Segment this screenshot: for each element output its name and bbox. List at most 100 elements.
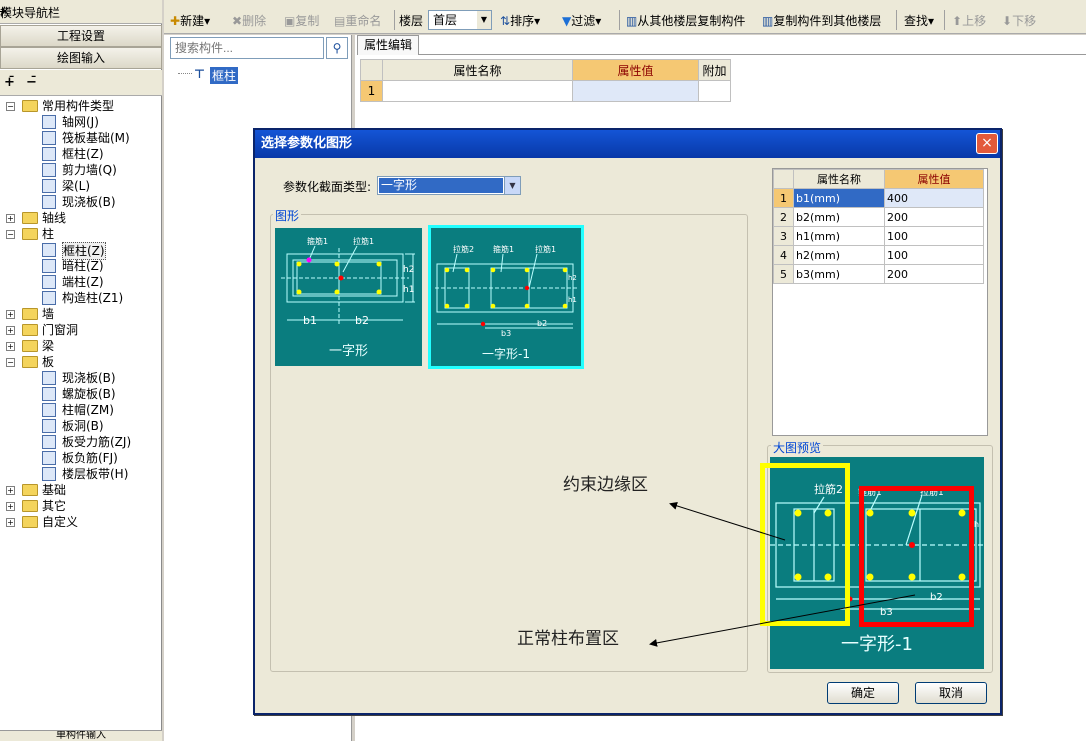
tree-label: 其它 <box>42 499 67 513</box>
sort-button[interactable]: ⇅排序▾ <box>500 12 540 29</box>
nav-title-bar: 模块导航栏 ᚋ × <box>0 0 162 24</box>
tree-item-beam-f[interactable]: + 梁 <box>4 338 160 354</box>
tree-item-shear-wall[interactable]: 剪力墙(Q) <box>4 162 160 178</box>
delete-button[interactable]: ✖删除 <box>232 12 266 29</box>
tree-item-door[interactable]: + 门窗洞 <box>4 322 160 338</box>
toolbar: ✚新建▾ ✖删除 ▣复制 ▤重命名 楼层 首层 ▼ ⇅排序▾ ▼过滤▾ ▥从其他楼… <box>164 8 1086 34</box>
tree-item-slab-cap[interactable]: 柱帽(ZM) <box>4 402 160 418</box>
folder-icon <box>22 228 38 240</box>
tree-label: 墙 <box>42 307 55 321</box>
table-cell[interactable] <box>572 80 699 102</box>
new-icon: ✚ <box>170 14 181 28</box>
tree-item-slab-cast[interactable]: 现浇板(B) <box>4 370 160 386</box>
column-header-name: 属性名称 <box>382 59 573 81</box>
copy-to-floor-button[interactable]: ▥复制构件到其他楼层 <box>762 12 881 29</box>
drawing-input-button[interactable]: 绘图输入 <box>0 47 162 69</box>
expand-all-icon[interactable]: +̄ <box>4 75 15 90</box>
tree-label: 楼层板带(H) <box>62 467 129 481</box>
column-header-value: 属性值 <box>572 59 699 81</box>
tab-property-edit[interactable]: 属性编辑 <box>357 35 419 55</box>
tree-item-slab-band[interactable]: 楼层板带(H) <box>4 466 160 482</box>
expand-icon[interactable]: + <box>6 214 15 223</box>
component-icon <box>42 195 56 209</box>
delete-icon: ✖ <box>232 14 243 28</box>
tree-label: 常用构件类型 <box>42 99 115 113</box>
filter-button[interactable]: ▼过滤▾ <box>562 12 601 29</box>
tree-label: 板洞(B) <box>62 419 104 433</box>
tree-item-other[interactable]: + 其它 <box>4 498 160 514</box>
tree-item-cast-slab[interactable]: 现浇板(B) <box>4 194 160 210</box>
tree-item-frame-col[interactable]: 框柱(Z) <box>4 146 160 162</box>
component-icon <box>42 419 56 433</box>
expand-icon[interactable]: + <box>6 486 15 495</box>
floor-select[interactable]: 首层 ▼ <box>428 10 492 30</box>
tree-item-axis[interactable]: + 轴线 <box>4 210 160 226</box>
search-icon[interactable]: ⚲ <box>326 37 348 59</box>
close-icon[interactable]: × <box>0 4 10 18</box>
nav-toolbar: +̄ −̄ <box>0 70 162 96</box>
tree-item-col-frame[interactable]: 框柱(Z) <box>4 242 160 260</box>
tree-item-found[interactable]: + 基础 <box>4 482 160 498</box>
move-down-button[interactable]: ⬇下移 <box>1002 12 1036 29</box>
ok-button[interactable]: 确定 <box>827 682 899 704</box>
expand-icon[interactable]: + <box>6 342 15 351</box>
module-nav-panel: 模块导航栏 ᚋ × 工程设置 绘图输入 +̄ −̄ − 常用构件类型 轴网(J) 筏板… <box>0 0 162 741</box>
tree-label: 梁 <box>42 339 55 353</box>
copy-button[interactable]: ▣复制 <box>284 12 319 29</box>
tree-item-column[interactable]: − 柱 <box>4 226 160 242</box>
collapse-icon[interactable]: − <box>6 102 15 111</box>
component-icon <box>42 163 56 177</box>
chevron-down-icon[interactable]: ▼ <box>477 11 491 29</box>
column-icon: ⊤ <box>194 67 205 81</box>
tree-item-col-hidden[interactable]: 暗柱(Z) <box>4 258 160 274</box>
cancel-button[interactable]: 取消 <box>915 682 987 704</box>
component-icon <box>42 115 56 129</box>
collapse-icon[interactable]: − <box>6 230 15 239</box>
folder-icon <box>22 340 38 352</box>
tree-item-slab-force[interactable]: 板受力筋(ZJ) <box>4 434 160 450</box>
collapse-all-icon[interactable]: −̄ <box>26 75 37 90</box>
list-item-frame-column[interactable]: 框柱 <box>210 67 239 84</box>
rename-button[interactable]: ▤重命名 <box>334 12 381 29</box>
tree-item-beam[interactable]: 梁(L) <box>4 178 160 194</box>
toolbar-separator <box>394 10 395 30</box>
search-input[interactable] <box>170 37 324 59</box>
expand-icon[interactable]: + <box>6 326 15 335</box>
tree-item-axis-grid[interactable]: 轴网(J) <box>4 114 160 130</box>
component-icon <box>42 387 56 401</box>
folder-icon <box>22 500 38 512</box>
tree-item-slab[interactable]: − 板 <box>4 354 160 370</box>
expand-icon[interactable]: + <box>6 310 15 319</box>
folder-icon <box>22 484 38 496</box>
expand-icon[interactable]: + <box>6 518 15 527</box>
tree-label: 轴线 <box>42 211 67 225</box>
tree-label: 板负筋(FJ) <box>62 451 118 465</box>
tree-label: 端柱(Z) <box>62 275 104 289</box>
tree-item-common[interactable]: − 常用构件类型 <box>4 98 160 114</box>
new-button[interactable]: ✚新建▾ <box>170 12 210 29</box>
tree-label: 螺旋板(B) <box>62 387 116 401</box>
collapse-icon[interactable]: − <box>6 358 15 367</box>
move-up-button[interactable]: ⬆上移 <box>952 12 986 29</box>
copy-floor-icon: ▥ <box>626 14 638 28</box>
tree-item-slab-neg[interactable]: 板负筋(FJ) <box>4 450 160 466</box>
copy-from-floor-button[interactable]: ▥从其他楼层复制构件 <box>626 12 745 29</box>
table-cell[interactable] <box>382 80 573 102</box>
tree-label: 现浇板(B) <box>62 195 116 209</box>
tree-item-custom[interactable]: + 自定义 <box>4 514 160 530</box>
tree-item-slab-hole[interactable]: 板洞(B) <box>4 418 160 434</box>
tree-item-col-end[interactable]: 端柱(Z) <box>4 274 160 290</box>
tree-item-wall[interactable]: + 墙 <box>4 306 160 322</box>
single-component-input-button[interactable]: 单构件输入 <box>0 730 162 741</box>
expand-icon[interactable]: + <box>6 502 15 511</box>
table-cell[interactable] <box>698 80 731 102</box>
find-button[interactable]: 查找▾ <box>904 12 934 29</box>
tree-item-raft[interactable]: 筏板基础(M) <box>4 130 160 146</box>
folder-icon <box>22 516 38 528</box>
tab-underline <box>419 54 1086 55</box>
tree-item-col-struct[interactable]: 构造柱(Z1) <box>4 290 160 306</box>
tree-label: 筏板基础(M) <box>62 131 130 145</box>
folder-icon <box>22 100 38 112</box>
project-settings-button[interactable]: 工程设置 <box>0 25 162 47</box>
tree-item-slab-spiral[interactable]: 螺旋板(B) <box>4 386 160 402</box>
